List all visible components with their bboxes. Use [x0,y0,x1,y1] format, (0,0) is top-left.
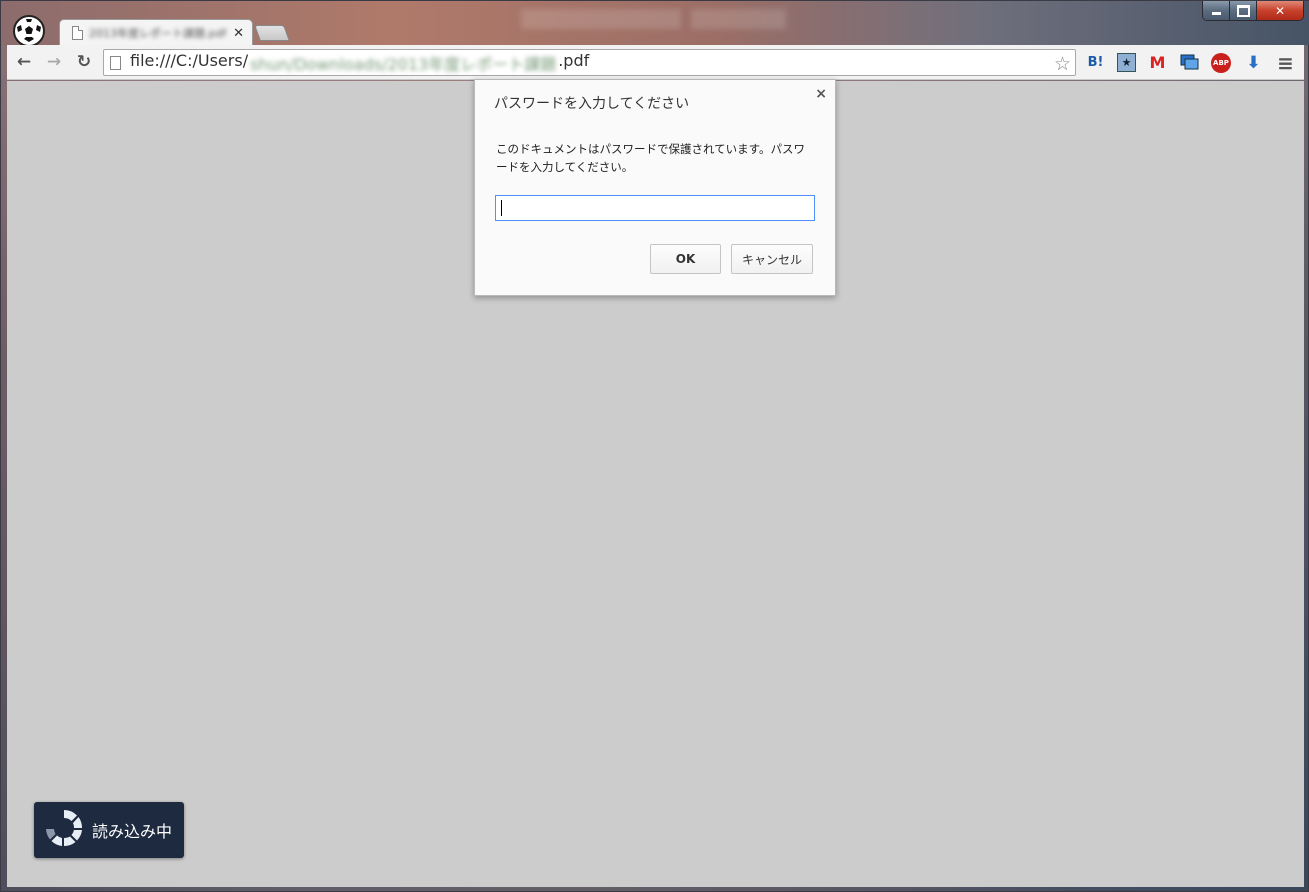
password-dialog: パスワードを入力してください × このドキュメントはパスワードで保護されています… [474,79,836,296]
tab-close-icon[interactable]: ✕ [233,26,244,41]
back-arrow-icon[interactable]: ← [13,51,35,73]
url-suffix: .pdf [558,50,590,70]
ok-button[interactable]: OK [650,244,721,274]
maximize-button[interactable] [1230,1,1257,20]
gmail-icon[interactable]: M [1148,53,1167,72]
menu-icon[interactable]: ≡ [1276,51,1295,75]
close-window-button[interactable]: ✕ [1257,1,1303,20]
forward-arrow-icon[interactable]: → [43,51,65,73]
dialog-close-icon[interactable]: × [815,86,827,102]
download-icon[interactable]: ⬇ [1244,53,1263,73]
tab-pdf[interactable]: 2013年度レポート課題.pdf ✕ [59,19,253,46]
hatena-bookmark-icon[interactable]: B! [1086,53,1105,72]
url-prefix: file:///C:/Users/ [130,50,249,70]
minimize-button[interactable] [1203,1,1230,20]
reload-icon[interactable]: ↻ [73,51,95,73]
browser-window: 2013年度レポート課題.pdf ✕ ✕ ← → ↻ file:///C:/Us… [0,0,1309,892]
text-caret [501,200,502,216]
bookmark-star-icon[interactable]: ☆ [1054,53,1071,75]
adblock-plus-icon[interactable]: ABP [1211,53,1231,73]
new-tab-button[interactable] [254,25,290,41]
address-bar[interactable]: file:///C:/Users/ shun/Downloads/2013年度レ… [103,49,1076,76]
document-icon [72,26,83,40]
spinner-icon [44,808,84,852]
bookmark-star-extension-icon[interactable]: ★ [1117,53,1136,72]
tab-title: 2013年度レポート課題.pdf [89,27,227,40]
url-text: file:///C:/Users/ shun/Downloads/2013年度レ… [130,51,589,75]
password-input[interactable] [495,195,815,221]
blurred-background [691,9,786,29]
title-bar: 2013年度レポート課題.pdf ✕ ✕ [1,1,1309,47]
blurred-background [521,9,681,29]
cancel-button[interactable]: キャンセル [731,244,813,274]
url-blurred-path: shun/Downloads/2013年度レポート課題 [250,54,557,74]
screen-capture-icon[interactable] [1180,53,1199,72]
page-icon [110,55,121,70]
dialog-title: パスワードを入力してください [494,96,690,112]
window-controls: ✕ [1202,1,1304,21]
loading-indicator: 読み込み中 [34,802,184,858]
profile-avatar-icon[interactable] [13,15,45,47]
dialog-message: このドキュメントはパスワードで保護されています。パスワードを入力してください。 [496,142,806,174]
loading-label: 読み込み中 [92,822,173,841]
browser-toolbar: ← → ↻ file:///C:/Users/ shun/Downloads/2… [7,45,1304,80]
